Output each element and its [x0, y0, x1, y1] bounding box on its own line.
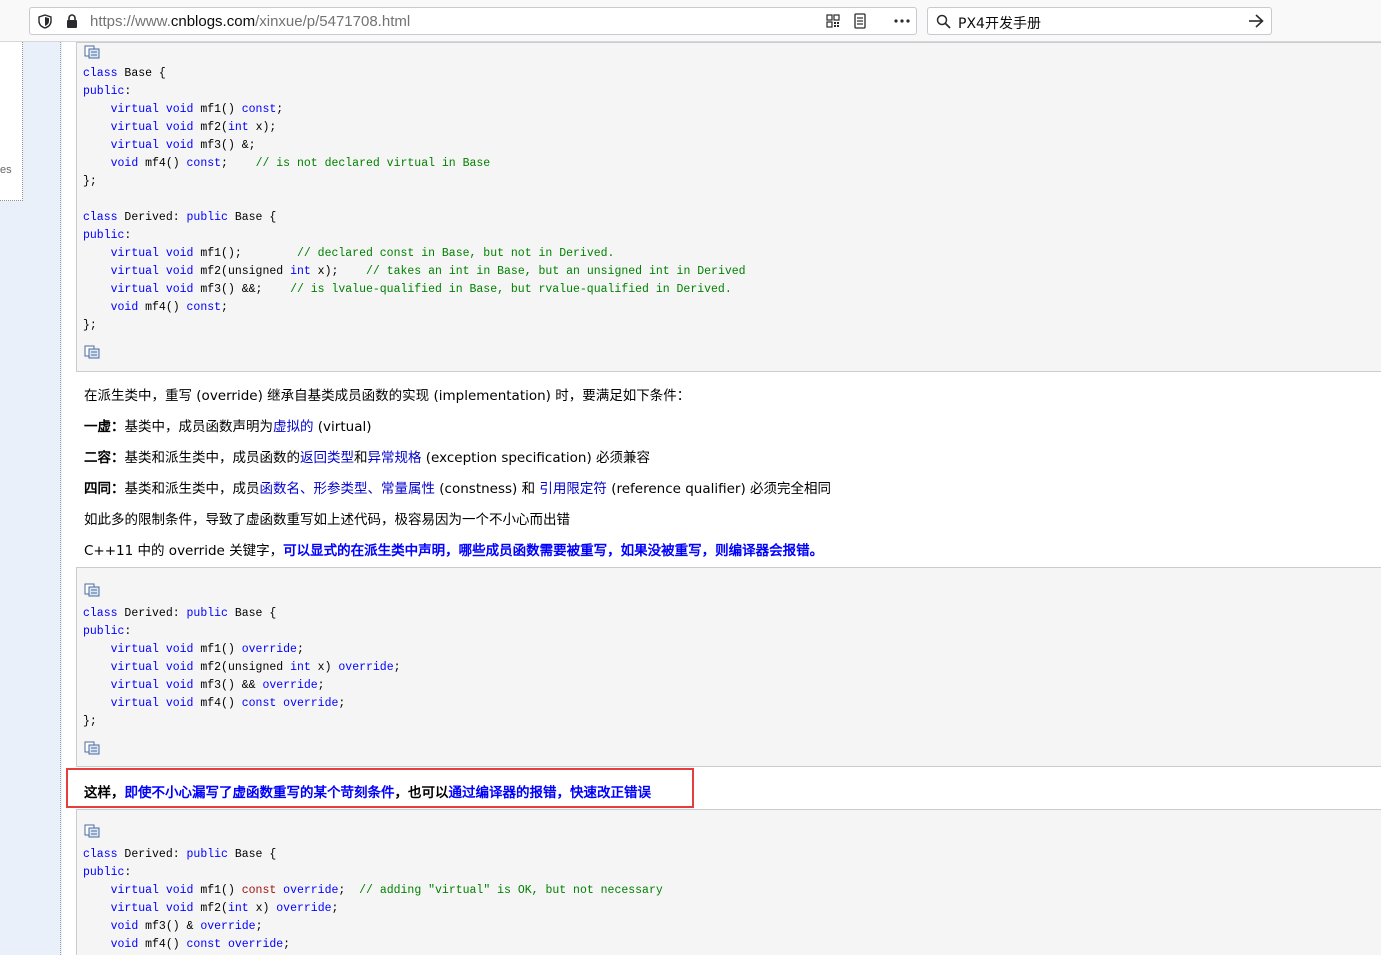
label: 二容：	[84, 450, 125, 466]
copy-code-icon[interactable]	[84, 824, 100, 838]
url-prefix: https://www.	[90, 13, 171, 30]
code-line: class Derived: public Base {	[83, 211, 277, 224]
sidebar-fragment: es	[0, 164, 12, 176]
code-line: virtual void mf1() const override; // ad…	[110, 884, 663, 897]
code-line: void mf3() & override;	[110, 920, 263, 933]
reader-view-icon[interactable]	[854, 13, 866, 29]
code-line: virtual void mf1(); // declared const in…	[110, 247, 615, 260]
arrow-right-icon[interactable]	[1248, 14, 1264, 28]
code-line: virtual void mf2(int x) override;	[110, 902, 339, 915]
url-bar[interactable]: https://www.cnblogs.com/xinxue/p/5471708…	[29, 7, 917, 35]
code-line: class Base {	[83, 67, 166, 80]
paragraph-many-conditions: 如此多的限制条件，导致了虚函数重写如上述代码，极容易因为一个不小心而出错	[84, 512, 570, 528]
link-virtual[interactable]: 虚拟的	[273, 419, 314, 435]
code-line: virtual void mf3() &;	[110, 139, 256, 152]
code-block: class Derived: public Base { public: vir…	[76, 567, 1381, 767]
code-line: virtual void mf1() const;	[110, 103, 284, 116]
copy-code-icon[interactable]	[84, 741, 100, 755]
label: 一虚：	[84, 419, 125, 435]
text: 和	[354, 450, 368, 466]
shield-icon[interactable]	[38, 14, 52, 29]
more-icon[interactable]	[894, 19, 910, 23]
search-icon	[936, 14, 951, 29]
code-line: };	[83, 319, 97, 332]
code-line: virtual void mf3() &&; // is lvalue-qual…	[110, 283, 732, 296]
url-path: /xinxue/p/5471708.html	[255, 13, 411, 30]
code-block: class Base { public: virtual void mf1() …	[76, 42, 1381, 372]
code-line: public:	[83, 866, 132, 879]
link-return-type[interactable]: 返回类型	[300, 450, 354, 466]
code-line: };	[83, 715, 97, 728]
qr-code-icon[interactable]	[826, 14, 840, 28]
search-bar[interactable]: PX4开发手册	[927, 7, 1272, 35]
text: 基类和派生类中，成员	[124, 481, 260, 497]
browser-toolbar: https://www.cnblogs.com/xinxue/p/5471708…	[0, 0, 1381, 42]
code-line: public:	[83, 85, 132, 98]
text: 基类中，成员函数声明为	[124, 419, 274, 435]
paragraph-condition-2: 二容：基类和派生类中，成员函数的返回类型和异常规格 (exception spe…	[84, 446, 650, 466]
text: (exception specification) 必须兼容	[421, 450, 651, 466]
code-line: public:	[83, 229, 132, 242]
copy-code-icon[interactable]	[84, 45, 100, 59]
link-function-name[interactable]: 函数名、形参类型、常量属性	[260, 481, 436, 497]
code-block: class Derived: public Base { public: vir…	[76, 809, 1381, 955]
copy-code-icon[interactable]	[84, 345, 100, 359]
paragraph-intro: 在派生类中，重写 (override) 继承自基类成员函数的实现 (implem…	[84, 388, 691, 404]
url-text[interactable]: https://www.cnblogs.com/xinxue/p/5471708…	[90, 13, 410, 30]
code-line: void mf4() const;	[110, 301, 228, 314]
code-line: virtual void mf2(int x);	[110, 121, 277, 134]
text: (virtual)	[313, 419, 372, 435]
text: (constness) 和	[435, 481, 540, 497]
code-line: class Derived: public Base {	[83, 848, 277, 861]
lock-icon[interactable]	[66, 14, 78, 29]
code-line: virtual void mf4() const override;	[110, 697, 346, 710]
search-input[interactable]: PX4开发手册	[958, 13, 1041, 33]
code-line: public:	[83, 625, 132, 638]
link-ref-qualifier[interactable]: 引用限定符	[539, 481, 607, 497]
code-line: void mf4() const override;	[110, 938, 291, 951]
code-line: };	[83, 175, 97, 188]
paragraph-override: C++11 中的 override 关键字，可以显式的在派生类中声明，哪些成员函…	[84, 539, 823, 559]
sidebar-panel	[0, 42, 23, 201]
highlight-box	[66, 768, 694, 808]
code-line: void mf4() const; // is not declared vir…	[110, 157, 491, 170]
emphasis-text: 可以显式的在派生类中声明，哪些成员函数需要被重写，如果没被重写，则编译器会报错。	[283, 543, 824, 559]
code-line: class Derived: public Base {	[83, 607, 277, 620]
copy-code-icon[interactable]	[84, 583, 100, 597]
label: 四同：	[84, 481, 125, 497]
code-line: virtual void mf3() && override;	[110, 679, 325, 692]
code-line: virtual void mf2(unsigned int x) overrid…	[110, 661, 401, 674]
text: C++11 中的 override 关键字，	[84, 543, 284, 559]
paragraph-condition-3: 四同：基类和派生类中，成员函数名、形参类型、常量属性 (constness) 和…	[84, 477, 831, 497]
paragraph-condition-1: 一虚：基类中，成员函数声明为虚拟的 (virtual)	[84, 415, 372, 435]
url-host: cnblogs.com	[170, 13, 256, 30]
content-border	[60, 42, 61, 955]
code-line: virtual void mf1() override;	[110, 643, 304, 656]
link-exception-spec[interactable]: 异常规格	[368, 450, 422, 466]
text: (reference qualifier) 必须完全相同	[606, 481, 832, 497]
code-line: virtual void mf2(unsigned int x); // tak…	[110, 265, 746, 278]
text: 基类和派生类中，成员函数的	[124, 450, 301, 466]
